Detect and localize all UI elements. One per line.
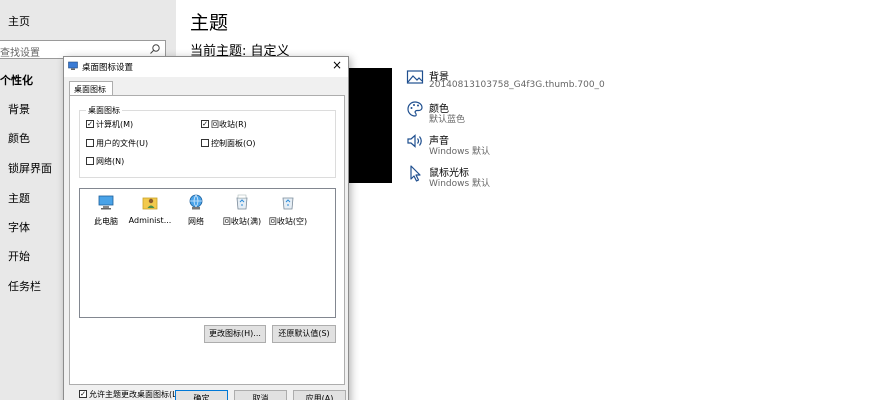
checkbox-box[interactable] [86,139,94,147]
checkbox-control-panel[interactable]: 控制面板(O) [201,137,256,149]
checkbox-recycle-bin[interactable]: ✓ 回收站(R) [201,118,247,130]
restore-default-button[interactable]: 还原默认值(S) [272,325,336,343]
nav-item-start[interactable]: 开始 [8,248,30,264]
option-subtitle: Windows 默认 [429,147,491,157]
nav-item-background[interactable]: 背景 [8,101,30,117]
theme-option-sound[interactable]: 声音 Windows 默认 [406,132,666,164]
desktop-icon-recycle-bin-full[interactable]: 回收站(满) [220,193,264,227]
nav-item-colors[interactable]: 颜色 [8,130,30,146]
nav-category-title: 个性化 [0,74,33,87]
checkbox-label: 回收站(R) [211,119,247,129]
ok-button[interactable]: 确定 [175,390,228,400]
user-folder-icon [142,197,158,210]
option-subtitle: 默认蓝色 [429,115,466,125]
close-button[interactable]: × [330,58,344,74]
desktop-icon-settings-dialog: 桌面图标设置 × 桌面图标 桌面图标 ✓ 计算机(M) ✓ 回收站(R) 用户的… [63,56,349,400]
apply-button[interactable]: 应用(A) [293,390,346,400]
checkbox-box[interactable] [86,157,94,165]
desktop-icon-network[interactable]: 网络 [174,193,218,227]
checkbox-computer[interactable]: ✓ 计算机(M) [86,118,133,130]
nav-item-taskbar[interactable]: 任务栏 [8,278,41,294]
network-icon [189,194,203,210]
checkbox-box[interactable]: ✓ [86,120,94,128]
checkbox-label: 网络(N) [96,156,125,166]
search-icon[interactable] [149,43,161,55]
search-placeholder: 查找设置 [0,48,40,59]
nav-item-fonts[interactable]: 字体 [8,219,30,235]
icon-label: 网络 [188,217,204,226]
icon-label: 此电脑 [94,217,118,226]
checkbox-label: 用户的文件(U) [96,138,149,148]
recycle-bin-full-icon [236,194,248,210]
checkbox-label: 允许主题更改桌面图标(L) [89,389,180,399]
nav-item-themes[interactable]: 主题 [8,190,30,206]
nav-item-lockscreen[interactable]: 锁屏界面 [8,160,52,176]
dialog-title: 桌面图标设置 [82,63,134,73]
change-icon-button[interactable]: 更改图标(H)... [204,325,266,343]
checkbox-network[interactable]: 网络(N) [86,155,124,167]
icon-label: 回收站(满) [222,217,262,226]
desktop-icon-this-pc[interactable]: 此电脑 [84,193,128,227]
checkbox-box[interactable] [201,139,209,147]
tab-panel: 桌面图标 ✓ 计算机(M) ✓ 回收站(R) 用户的文件(U) 控制面板(O) … [69,95,345,399]
desktop-icons-group: 桌面图标 ✓ 计算机(M) ✓ 回收站(R) 用户的文件(U) 控制面板(O) … [79,105,336,178]
recycle-bin-empty-icon [282,197,294,210]
checkbox-allow-themes[interactable]: ✓ 允许主题更改桌面图标(L) [79,388,180,400]
nav-home[interactable]: 主页 [8,13,30,29]
checkbox-box[interactable]: ✓ [201,120,209,128]
cursor-icon [410,165,421,182]
speaker-icon [407,134,422,148]
group-legend: 桌面图标 [86,105,122,116]
icon-label: Administ... [128,216,172,225]
theme-option-background[interactable]: 背景 20140813103758_G4f3G.thumb.700_0 [406,68,666,100]
theme-option-cursor[interactable]: 鼠标光标 Windows 默认 [406,164,666,196]
option-subtitle: 20140813103758_G4f3G.thumb.700_0 [429,80,605,90]
icon-label: 回收站(空) [268,217,308,226]
dialog-titlebar[interactable]: 桌面图标设置 × [64,57,348,77]
theme-option-color[interactable]: 颜色 默认蓝色 [406,100,666,132]
checkbox-box[interactable]: ✓ [79,390,87,398]
desktop-icon-list[interactable]: 此电脑 Administ... 网络 回收站(满) 回收站(空) [79,188,336,318]
cancel-button[interactable]: 取消 [234,390,287,400]
palette-icon [407,101,423,117]
checkbox-label: 控制面板(O) [211,138,256,148]
computer-icon [98,195,114,210]
checkbox-user-files[interactable]: 用户的文件(U) [86,137,148,149]
page-title: 主题 [190,12,229,34]
desktop-icon-user-files[interactable]: Administ... [128,193,172,225]
tab-desktop-icons[interactable]: 桌面图标 [69,81,113,96]
desktop-icon-recycle-bin-empty[interactable]: 回收站(空) [266,193,310,227]
picture-icon [406,70,424,84]
option-subtitle: Windows 默认 [429,179,491,189]
checkbox-label: 计算机(M) [96,119,134,129]
dialog-app-icon [68,61,78,70]
